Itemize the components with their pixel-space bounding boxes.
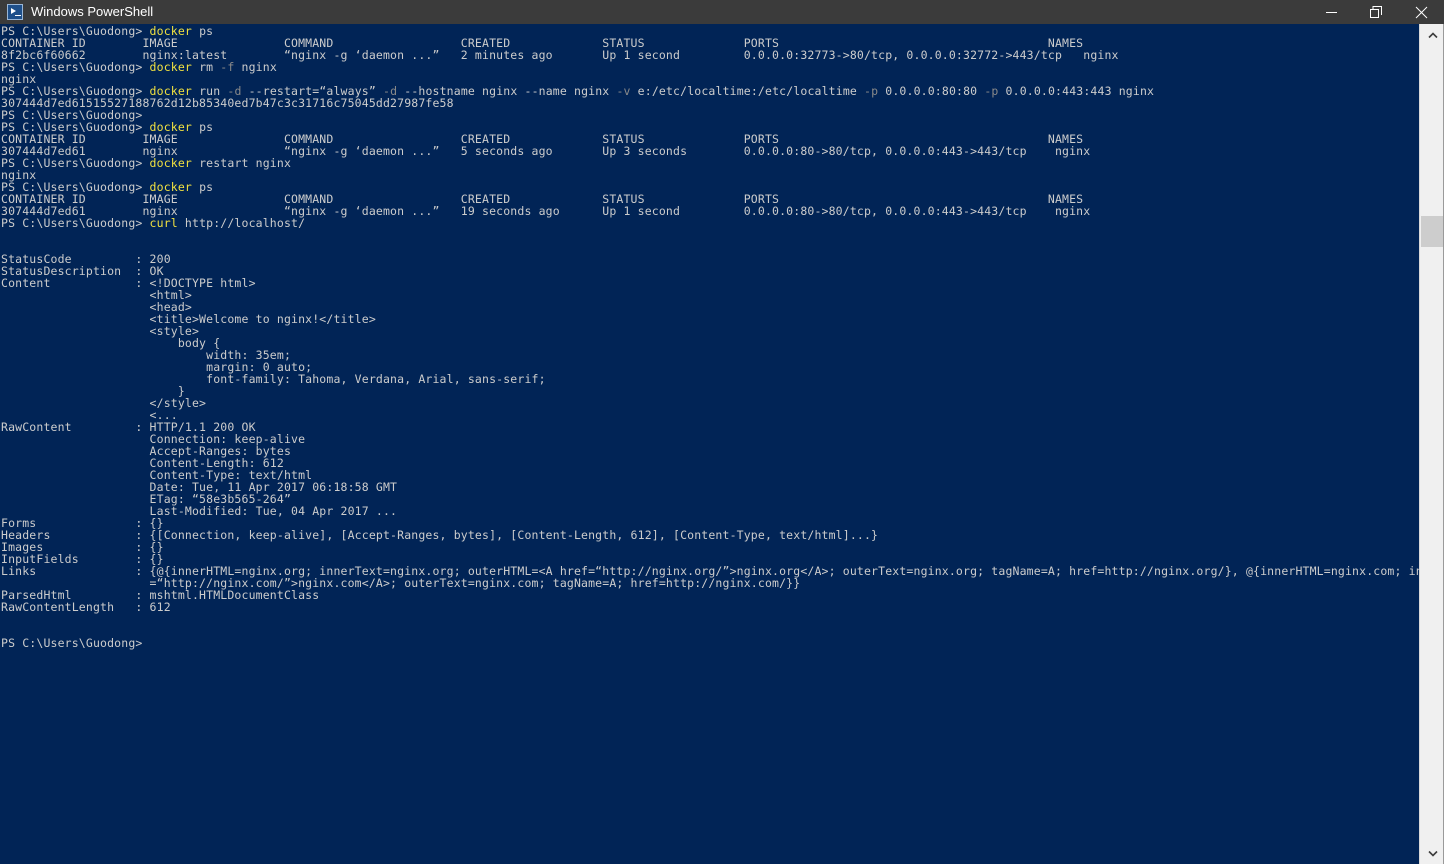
close-button[interactable] <box>1399 0 1444 24</box>
restore-button[interactable] <box>1354 0 1399 24</box>
vertical-scrollbar[interactable] <box>1419 24 1444 864</box>
console-output-area[interactable]: PS C:\Users\Guodong> docker ps CONTAINER… <box>0 24 1419 864</box>
chevron-down-icon <box>1427 850 1438 857</box>
close-icon <box>1415 6 1428 18</box>
window-title: Windows PowerShell <box>31 4 154 19</box>
chevron-up-icon <box>1427 31 1438 38</box>
powershell-window: Windows PowerShell PS C:\Users\Guodong> … <box>0 0 1444 864</box>
console-text: PS C:\Users\Guodong> docker ps CONTAINER… <box>1 24 1419 650</box>
minimize-icon <box>1326 11 1337 13</box>
title-bar[interactable]: Windows PowerShell <box>0 0 1444 24</box>
scroll-down-button[interactable] <box>1420 842 1444 864</box>
minimize-button[interactable] <box>1309 0 1354 24</box>
restore-icon <box>1370 5 1382 18</box>
scroll-up-button[interactable] <box>1420 24 1444 46</box>
powershell-icon <box>7 4 23 20</box>
scrollbar-thumb[interactable] <box>1421 216 1444 247</box>
title-bar-left: Windows PowerShell <box>0 0 153 24</box>
